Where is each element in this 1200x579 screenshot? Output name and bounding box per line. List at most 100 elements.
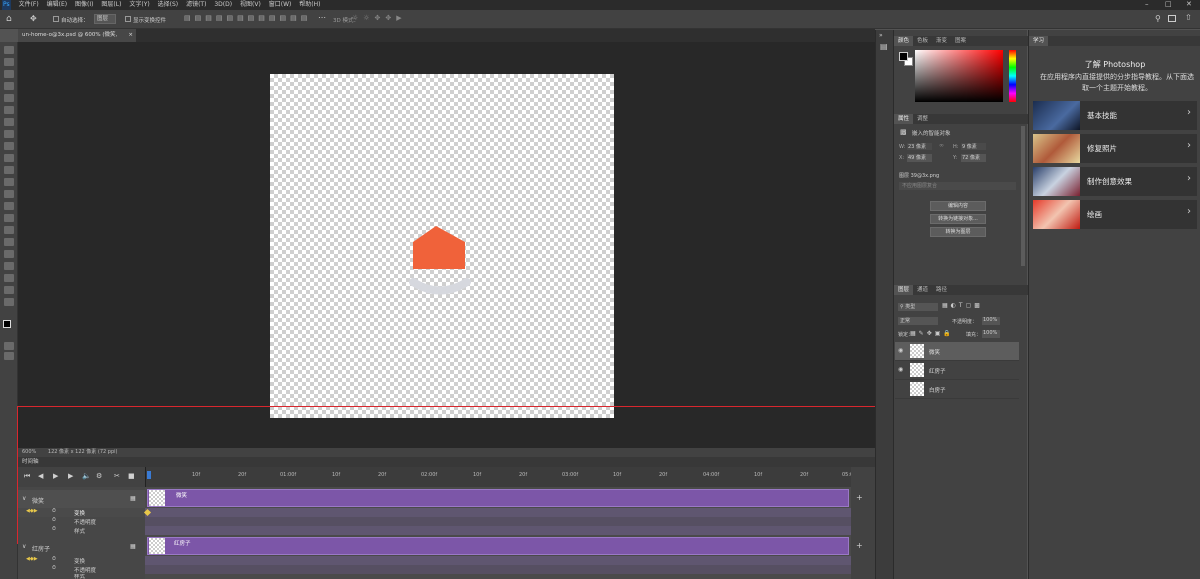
document-canvas[interactable] — [270, 74, 614, 418]
height-field[interactable]: 9 像素 — [961, 143, 986, 150]
property-row[interactable]: ⏱ 不透明度 — [18, 517, 146, 526]
quick-mask-icon[interactable] — [4, 342, 14, 350]
learn-card-basics[interactable]: 基本技能 › — [1033, 101, 1197, 130]
tab-gradients[interactable]: 渐变 — [932, 36, 951, 46]
type-tool-icon[interactable] — [4, 238, 14, 246]
history-brush-tool-icon[interactable] — [4, 166, 14, 174]
shape-tool-icon[interactable] — [4, 262, 14, 270]
layer-select-dropdown[interactable]: 图层 — [94, 14, 116, 24]
kind-filter-dropdown[interactable]: ⚲ 类型 — [898, 303, 938, 311]
hand-tool-icon[interactable] — [4, 274, 14, 282]
audio-icon[interactable]: 🔈 — [82, 472, 91, 480]
play-icon[interactable]: ▶ — [53, 472, 58, 480]
share-icon[interactable]: ⇧ — [1185, 13, 1192, 22]
more-options-icon[interactable]: ⋯ — [318, 13, 326, 22]
chevron-down-icon[interactable]: ∨ — [22, 495, 26, 502]
add-media-icon[interactable]: + — [856, 541, 863, 550]
document-tab[interactable]: un-home-o@3x.psd @ 600% (微笑, RGB/8)× — [18, 29, 136, 51]
move-tool-icon[interactable]: ✥ — [30, 14, 37, 23]
tab-color[interactable]: 颜色 — [894, 36, 914, 46]
menu-type[interactable]: 文字(Y) — [129, 0, 149, 10]
timeline-title[interactable]: 时间轴 — [22, 459, 39, 465]
film-icon[interactable]: ▦ — [130, 543, 136, 550]
timeline-ruler[interactable]: 10f 20f 01:00f 10f 20f 02:00f 10f 20f 03… — [145, 467, 853, 487]
scrollbar[interactable] — [1021, 126, 1025, 266]
menu-layer[interactable]: 图层(L) — [101, 0, 121, 10]
pen-tool-icon[interactable] — [4, 226, 14, 234]
chevron-down-icon[interactable]: ∨ — [22, 543, 26, 550]
settings-icon[interactable]: ⚙ — [96, 472, 102, 480]
menu-view[interactable]: 视图(V) — [240, 0, 261, 10]
property-row[interactable]: ⏱ 样式 — [18, 526, 146, 535]
ps-logo[interactable]: Ps — [2, 0, 11, 10]
lock-icons[interactable]: ▦✎✥▣🔒 — [910, 330, 954, 337]
tab-properties[interactable]: 属性 — [894, 114, 914, 124]
dodge-tool-icon[interactable] — [4, 214, 14, 222]
menu-filter[interactable]: 滤镜(T) — [186, 0, 206, 10]
stopwatch-icon[interactable]: ⏱ — [52, 526, 56, 532]
layer-comp-dropdown[interactable]: 不应用图层复合 — [899, 182, 1016, 190]
color-field[interactable] — [915, 50, 1003, 102]
menu-file[interactable]: 文件(F) — [19, 0, 39, 10]
layer-row-selected[interactable]: ◉ 微笑 — [895, 342, 1019, 361]
menu-3d[interactable]: 3D(D) — [214, 0, 232, 10]
eye-icon[interactable]: ◉ — [898, 347, 903, 354]
zoom-tool-icon[interactable] — [4, 286, 14, 294]
fg-color-swatch[interactable] — [899, 52, 908, 61]
layer-row[interactable]: 白房子 — [895, 380, 1019, 399]
split-icon[interactable]: ✂ — [114, 472, 120, 480]
3d-icons[interactable]: ☼☼✥✥▶ — [352, 14, 407, 22]
clone-stamp-tool-icon[interactable] — [4, 154, 14, 162]
opacity-field[interactable]: 100% — [982, 317, 1000, 325]
zoom-level[interactable]: 600% — [22, 449, 36, 455]
convert-linked-button[interactable]: 转换为链接对象... — [930, 214, 986, 224]
blend-mode-dropdown[interactable]: 正常 — [898, 317, 938, 325]
width-field[interactable]: 23 像素 — [907, 143, 932, 150]
link-icon[interactable]: ∞ — [939, 142, 944, 149]
quick-select-tool-icon[interactable] — [4, 82, 14, 90]
marquee-tool-icon[interactable] — [4, 58, 14, 66]
edit-contents-button[interactable]: 编辑内容 — [930, 201, 986, 211]
home-icon[interactable]: ⌂ — [6, 14, 12, 24]
workspace-icon[interactable] — [1168, 15, 1176, 22]
foreground-color-swatch[interactable] — [3, 320, 11, 328]
menu-window[interactable]: 窗口(W) — [269, 0, 292, 10]
next-frame-icon[interactable]: ▶ — [68, 472, 73, 480]
lasso-tool-icon[interactable] — [4, 70, 14, 78]
learn-card-creative[interactable]: 制作创意效果 › — [1033, 167, 1197, 196]
auto-select-checkbox[interactable] — [53, 16, 59, 22]
property-row[interactable]: ◀◆▶ ⏱ 变换 — [18, 556, 146, 565]
property-track[interactable] — [145, 565, 851, 574]
property-row[interactable]: ◀◆▶ ⏱ 变换 — [18, 508, 146, 517]
brush-tool-icon[interactable] — [4, 142, 14, 150]
tab-channels[interactable]: 通道 — [913, 285, 932, 295]
stopwatch-icon[interactable]: ⏱ — [52, 517, 56, 523]
keyframe-track[interactable] — [145, 508, 851, 517]
healing-brush-tool-icon[interactable] — [4, 130, 14, 138]
transition-icon[interactable]: ■ — [128, 472, 135, 480]
gradient-tool-icon[interactable] — [4, 190, 14, 198]
y-field[interactable]: 72 像素 — [961, 154, 986, 162]
crop-tool-icon[interactable] — [4, 94, 14, 102]
film-icon[interactable]: ▦ — [130, 495, 136, 502]
stopwatch-icon[interactable]: ⏱ — [52, 508, 56, 514]
stopwatch-icon[interactable]: ⏱ — [52, 556, 56, 562]
clip-red-house[interactable]: 红房子 — [147, 537, 849, 555]
property-row[interactable]: ⏱ 不透明度 — [18, 565, 146, 574]
learn-card-fix-photos[interactable]: 修复照片 › — [1033, 134, 1197, 163]
keyframe-track[interactable] — [145, 556, 851, 565]
timeline-layer-row[interactable]: ∨ 红房子 ▦ — [18, 538, 146, 556]
tab-swatches[interactable]: 色板 — [913, 36, 932, 46]
tab-learn[interactable]: 学习 — [1029, 36, 1049, 46]
eyedropper-tool-icon[interactable] — [4, 118, 14, 126]
search-icon[interactable]: ⚲ — [1155, 14, 1161, 23]
screen-mode-icon[interactable] — [4, 352, 14, 360]
tab-paths[interactable]: 路径 — [932, 285, 951, 295]
timeline-layer-row[interactable]: ∨ 微笑 ▦ — [18, 490, 146, 508]
property-row[interactable]: 样式 — [18, 574, 146, 579]
close-icon[interactable]: ✕ — [1186, 0, 1192, 8]
filter-icons[interactable]: ▦◐T▢▩ — [942, 302, 983, 309]
tab-close-icon[interactable]: × — [128, 29, 133, 42]
more-tools-icon[interactable] — [4, 298, 14, 306]
menu-image[interactable]: 图像(I) — [75, 0, 93, 10]
